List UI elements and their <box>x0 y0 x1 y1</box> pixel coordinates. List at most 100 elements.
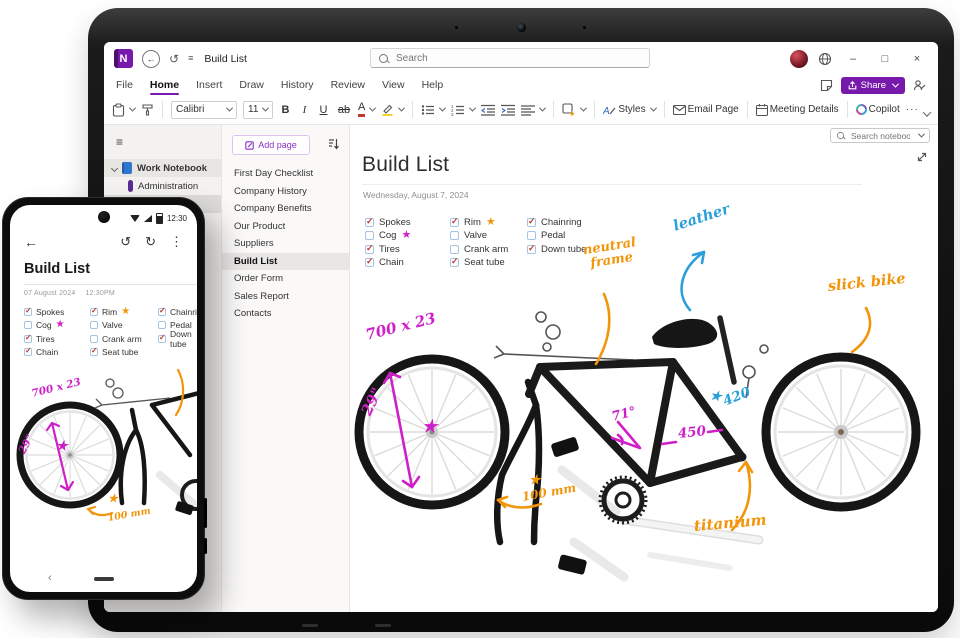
paste-button[interactable] <box>112 103 135 117</box>
font-size-select[interactable]: 11 <box>243 101 273 119</box>
font-color-button[interactable]: A <box>358 102 375 117</box>
highlighter-button[interactable] <box>381 103 404 116</box>
redo-icon[interactable]: ↻ <box>145 234 156 250</box>
account-avatar[interactable] <box>790 50 808 68</box>
share-icon <box>848 81 857 90</box>
menu-home[interactable]: Home <box>150 79 179 91</box>
checklist-item[interactable]: Crank arm <box>90 334 142 344</box>
share-label: Share <box>861 80 886 91</box>
todo-checkbox[interactable] <box>158 321 166 329</box>
page-item[interactable]: Suppliers <box>222 235 349 253</box>
todo-checkbox[interactable] <box>158 308 166 316</box>
checklist-item[interactable]: Chain <box>24 348 68 358</box>
font-name-select[interactable]: Calibri <box>171 101 237 119</box>
checklist-item[interactable]: Spokes <box>24 307 68 317</box>
checklist-item[interactable]: Valve <box>90 321 142 331</box>
align-button[interactable] <box>521 104 545 116</box>
sidebar-item-work-notebook[interactable]: Work Notebook <box>104 159 221 177</box>
ribbon-overflow-button[interactable]: ··· <box>906 104 919 115</box>
back-arrow-icon[interactable]: ← <box>24 234 38 250</box>
feedback-note-icon[interactable] <box>820 79 833 92</box>
close-button[interactable]: × <box>906 53 928 65</box>
checklist-item[interactable]: Seat tube <box>90 348 142 358</box>
home-indicator[interactable] <box>94 577 114 581</box>
numbered-list-button[interactable]: 123 <box>451 104 475 116</box>
page-item[interactable]: Contacts <box>222 305 349 323</box>
hamburger-menu-icon[interactable]: ≡ <box>116 135 221 149</box>
checklist-item[interactable]: Cog★ <box>24 321 68 331</box>
todo-checkbox[interactable] <box>158 335 166 343</box>
sidebar-item-administration[interactable]: Administration <box>104 177 221 195</box>
checklist-item[interactable]: Chainring <box>158 307 197 317</box>
increase-indent-icon[interactable] <box>501 104 515 116</box>
window-page-title: Build List <box>204 53 247 65</box>
share-button[interactable]: Share <box>841 77 905 94</box>
page-item[interactable]: First Day Checklist <box>222 165 349 183</box>
meeting-details-button[interactable]: Meeting Details <box>756 104 839 116</box>
minimize-button[interactable]: – <box>842 53 864 65</box>
presenter-pen-icon[interactable] <box>913 79 926 92</box>
kebab-menu-icon[interactable]: ⋮ <box>170 234 183 250</box>
todo-checkbox[interactable] <box>90 308 98 316</box>
email-page-label: Email Page <box>688 104 739 115</box>
collapse-ribbon-button[interactable] <box>921 109 930 120</box>
checklist-label: Rim <box>102 307 117 317</box>
menu-help[interactable]: Help <box>422 79 444 91</box>
title-divider <box>24 284 197 285</box>
checklist-item[interactable]: Down tube <box>158 334 197 344</box>
todo-checkbox[interactable] <box>24 348 32 356</box>
presence-globe-icon[interactable] <box>818 52 832 66</box>
undo-icon[interactable]: ↺ <box>169 53 179 65</box>
menu-file[interactable]: File <box>116 79 133 91</box>
quick-access-icon[interactable]: ≡ <box>188 54 193 63</box>
maximize-button[interactable]: □ <box>874 53 896 65</box>
menu-review[interactable]: Review <box>331 79 365 91</box>
bullet-list-button[interactable] <box>421 104 445 116</box>
page-item[interactable]: Sales Report <box>222 288 349 306</box>
page-canvas[interactable]: Build List Wednesday, August 7, 2024 Spo… <box>350 125 938 612</box>
italic-button[interactable]: I <box>298 104 311 116</box>
copilot-button[interactable]: Copilot <box>856 104 900 115</box>
page-item[interactable]: Company Benefits <box>222 200 349 218</box>
underline-button[interactable]: U <box>317 104 330 116</box>
todo-checkbox[interactable] <box>90 335 98 343</box>
divider <box>594 101 595 118</box>
checklist-item[interactable]: Tires <box>24 334 68 344</box>
page-item[interactable]: Company History <box>222 183 349 201</box>
onenote-window: N ← ↺ ≡ Build List – □ × Fil <box>104 42 938 612</box>
checklist-item[interactable]: Rim★ <box>90 307 142 317</box>
menu-draw[interactable]: Draw <box>239 79 264 91</box>
bold-button[interactable]: B <box>279 104 292 116</box>
todo-checkbox[interactable] <box>24 321 32 329</box>
todo-checkbox[interactable] <box>24 308 32 316</box>
nav-back-chevron[interactable]: ‹ <box>48 572 52 584</box>
highlighter-icon <box>381 103 394 116</box>
search-notebooks-box[interactable] <box>830 128 930 143</box>
search-box[interactable] <box>370 48 650 68</box>
add-page-button[interactable]: Add page <box>232 135 310 155</box>
search-notebooks-input[interactable] <box>849 130 912 142</box>
tag-checkbox-star-icon: ★ <box>562 103 576 116</box>
divider <box>162 101 163 118</box>
page-item-selected[interactable]: Build List <box>222 253 349 271</box>
email-page-button[interactable]: Email Page <box>673 104 739 115</box>
page-item[interactable]: Order Form <box>222 270 349 288</box>
tag-button[interactable]: ★ <box>562 103 586 116</box>
format-painter-icon[interactable] <box>141 103 154 116</box>
styles-button[interactable]: A Styles <box>603 104 655 116</box>
sort-pages-icon[interactable] <box>328 138 340 150</box>
back-button[interactable]: ← <box>142 50 160 68</box>
todo-checkbox[interactable] <box>90 348 98 356</box>
decrease-indent-icon[interactable] <box>481 104 495 116</box>
strikethrough-button[interactable]: ab <box>336 104 352 116</box>
menu-view[interactable]: View <box>382 79 405 91</box>
todo-checkbox[interactable] <box>90 321 98 329</box>
menu-insert[interactable]: Insert <box>196 79 222 91</box>
undo-icon[interactable]: ↺ <box>120 234 131 250</box>
todo-checkbox[interactable] <box>24 335 32 343</box>
menu-history[interactable]: History <box>281 79 314 91</box>
page-item[interactable]: Our Product <box>222 218 349 236</box>
phone-page-title[interactable]: Build List <box>24 261 90 277</box>
star-ink-icon: ★ <box>56 440 68 453</box>
search-input[interactable] <box>394 52 641 65</box>
